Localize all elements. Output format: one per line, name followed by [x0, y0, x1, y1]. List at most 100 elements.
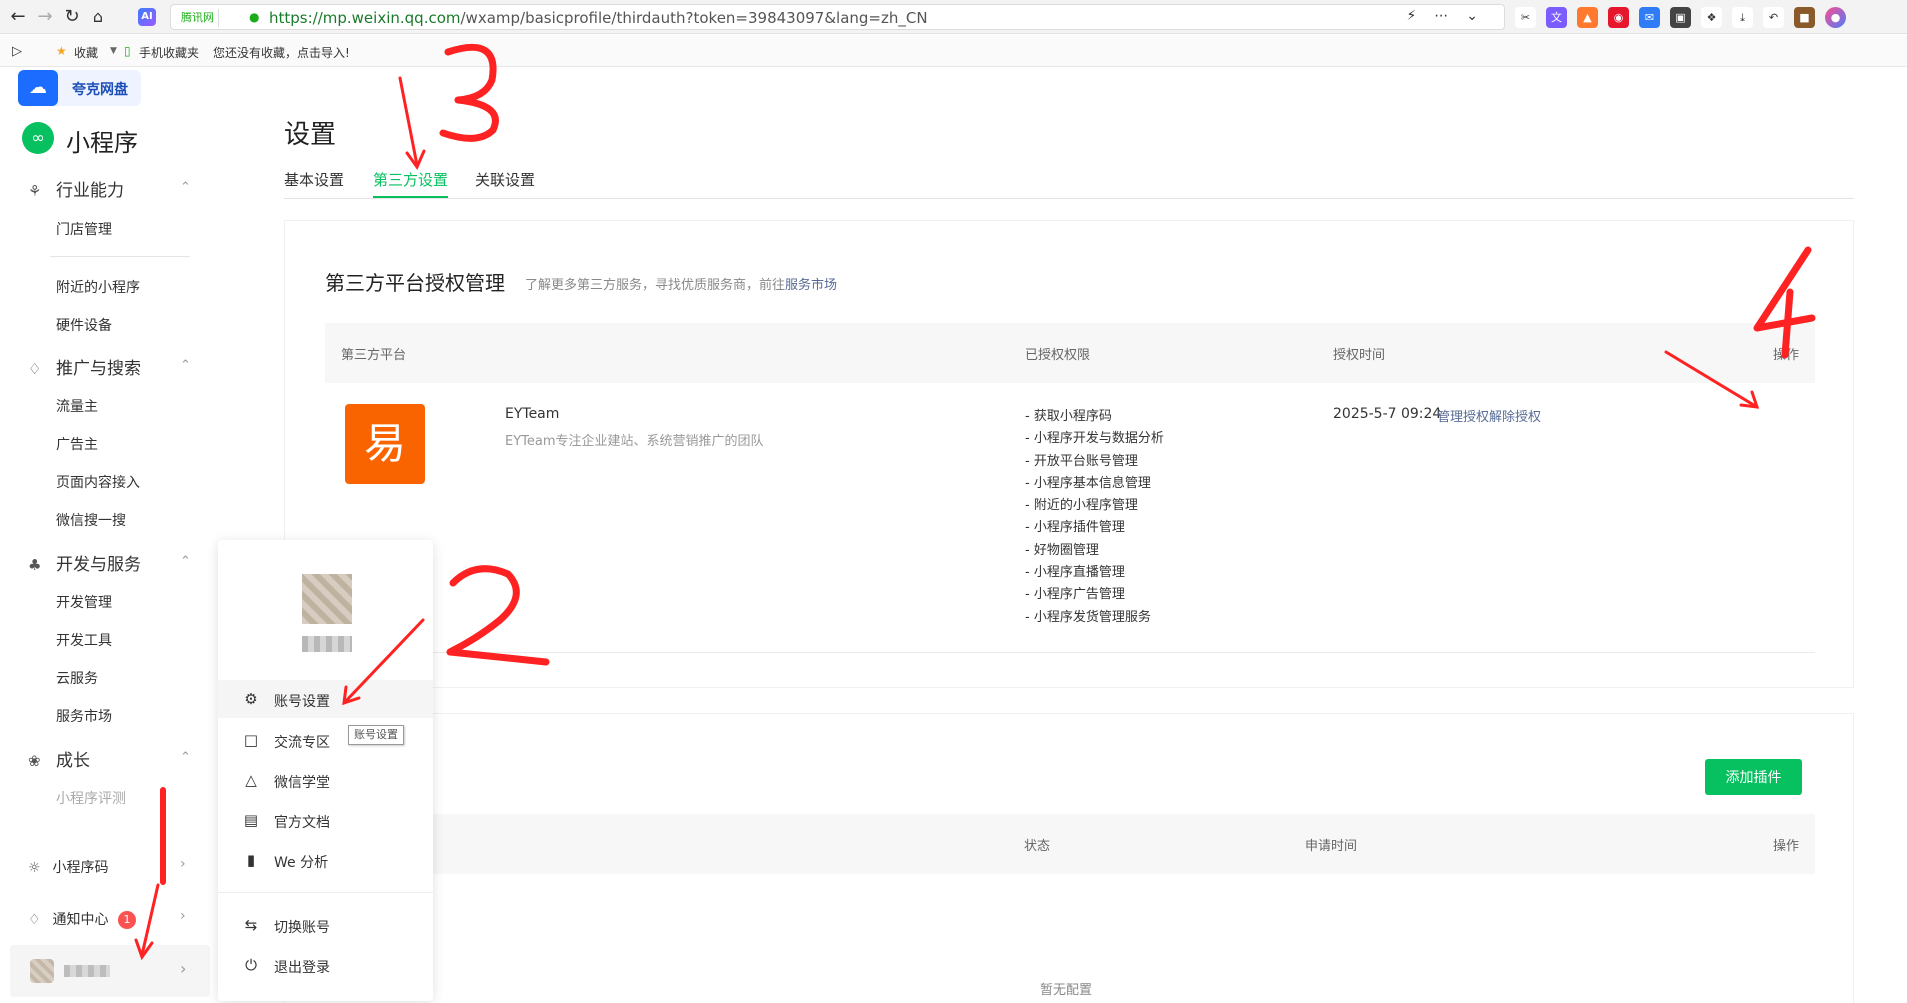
sidebar-item-dev-tools[interactable]: 开发工具: [56, 630, 112, 650]
sidebar-item-nearby[interactable]: 附近的小程序: [56, 277, 140, 297]
lock-icon: ●: [249, 10, 260, 24]
permission-list: - 获取小程序码 - 小程序开发与数据分析 - 开放平台账号管理 - 小程序基本…: [1025, 405, 1164, 628]
chevron-right-icon[interactable]: ›: [180, 908, 186, 924]
forward-icon[interactable]: →: [33, 5, 57, 29]
sidebar-item-wechat-search[interactable]: 微信搜一搜: [56, 510, 126, 530]
dev-services-icon: ♣: [28, 556, 42, 574]
reader-icon[interactable]: ▣: [1670, 7, 1691, 28]
extension-bar: ✂ 文 ▲ ◉ ✉ ▣ ❖ ⤓ ↶ ■ ●: [1515, 7, 1846, 28]
chevron-down-icon[interactable]: ▼: [110, 46, 117, 56]
plugin-card: 添加插件 状态 申请时间 操作 暂无配置: [284, 713, 1854, 1003]
revoke-auth-link[interactable]: 解除授权: [1489, 406, 1541, 425]
site-security-badge[interactable]: 腾讯网: [177, 9, 219, 27]
undo-icon[interactable]: ↶: [1763, 7, 1784, 28]
user-account-row[interactable]: ›: [10, 945, 210, 997]
translate-icon[interactable]: 文: [1546, 7, 1567, 28]
card-description-text: 了解更多第三方服务，寻找优质服务商，前往: [525, 278, 786, 293]
sidebar-group-growth[interactable]: ❀ 成长: [28, 746, 90, 771]
menu-item-docs[interactable]: ▤ 官方文档: [218, 801, 433, 839]
permission-item: - 好物圈管理: [1025, 542, 1099, 558]
url-path: /wxamp/basicprofile/thirdauth?token=3984…: [460, 9, 928, 27]
sidebar-toggle-icon[interactable]: ▷: [12, 44, 22, 59]
quark-label: 夸克网盘: [72, 82, 128, 98]
platform-name: EYTeam: [505, 406, 560, 422]
tooltip: 账号设置: [348, 725, 404, 745]
account-menu-popover: ⚙ 账号设置 □ 交流专区 △ 微信学堂 ▤ 官方文档 ▮ We 分析 ⇆ 切换账号 ⏻ 退出…: [218, 540, 433, 1001]
browser-toolbar: ← → ↻ ⌂ AI 腾讯网 ● https://mp.weixin.qq.co…: [0, 0, 1907, 34]
permission-item: - 开放平台账号管理: [1025, 453, 1138, 469]
chevron-up-icon[interactable]: ⌃: [180, 554, 191, 569]
document-icon: ▤: [243, 811, 259, 829]
scissors-icon[interactable]: ✂: [1515, 7, 1536, 28]
favorites-link[interactable]: 收藏: [74, 44, 98, 61]
sidebar-item-notice[interactable]: ♢ 通知中心: [28, 909, 108, 929]
chevron-up-icon[interactable]: ⌃: [180, 358, 191, 373]
tab-third-party[interactable]: 第三方设置: [373, 169, 449, 198]
puzzle-icon[interactable]: ❖: [1701, 7, 1722, 28]
sidebar-item-service-market[interactable]: 服务市场: [56, 706, 112, 726]
chart-icon: ▮: [246, 851, 256, 869]
sidebar-item-traffic[interactable]: 流量主: [56, 396, 98, 416]
service-market-link[interactable]: 服务市场: [785, 278, 837, 293]
sidebar-item-store[interactable]: 门店管理: [56, 219, 112, 239]
sidebar-group-dev[interactable]: ♣ 开发与服务: [28, 550, 141, 575]
phone-icon: ▯: [124, 44, 131, 58]
address-actions[interactable]: ⚡⋯⌄: [1406, 8, 1496, 24]
bookmarks-hint[interactable]: 您还没有收藏，点击导入!: [213, 44, 350, 61]
ai-assistant-icon[interactable]: AI: [138, 8, 156, 26]
weibo-icon[interactable]: ◉: [1608, 7, 1629, 28]
sidebar-item-dev-manage[interactable]: 开发管理: [56, 592, 112, 612]
quark-drive-button[interactable]: ☁ 夸克网盘: [18, 70, 141, 106]
reload-icon[interactable]: ↻: [60, 5, 84, 29]
sidebar-item-label: 小程序码: [52, 860, 109, 876]
home-icon[interactable]: ⌂: [86, 5, 110, 29]
chat-icon: □: [243, 731, 259, 749]
fox-icon[interactable]: ▲: [1577, 7, 1598, 28]
url-text[interactable]: https://mp.weixin.qq.com/wxamp/basicprof…: [269, 9, 928, 27]
menu-item-label: 切换账号: [274, 920, 330, 936]
sidebar-item-advertiser[interactable]: 广告主: [56, 434, 98, 454]
chevron-right-icon[interactable]: ›: [180, 856, 186, 872]
table-header: 状态 申请时间 操作: [325, 814, 1815, 874]
briefcase-icon[interactable]: ■: [1794, 7, 1815, 28]
sidebar-item-evaluation[interactable]: 小程序评测: [56, 788, 126, 808]
tab-bar: 基本设置 第三方设置 关联设置: [284, 169, 1854, 199]
menu-item-switch-account[interactable]: ⇆ 切换账号: [218, 906, 433, 944]
menu-item-account-settings[interactable]: ⚙ 账号设置: [218, 680, 433, 718]
col-apply-time: 申请时间: [1305, 839, 1358, 854]
menu-item-logout[interactable]: ⏻ 退出登录: [218, 946, 433, 984]
avatar: [30, 959, 54, 983]
flame-icon: ♢: [28, 360, 42, 378]
sidebar-item-hardware[interactable]: 硬件设备: [56, 315, 112, 335]
mail-icon[interactable]: ✉: [1639, 7, 1660, 28]
tab-association[interactable]: 关联设置: [475, 169, 535, 196]
permission-item: - 附近的小程序管理: [1025, 498, 1138, 514]
menu-item-we-analysis[interactable]: ▮ We 分析: [218, 841, 433, 879]
mobile-favorites-link[interactable]: 手机收藏夹: [139, 44, 199, 61]
nodes-icon: ⚘: [28, 182, 42, 200]
sidebar-item-page-content[interactable]: 页面内容接入: [56, 472, 140, 492]
permission-item: - 小程序直播管理: [1025, 565, 1125, 581]
add-plugin-button[interactable]: 添加插件: [1705, 759, 1802, 795]
chevron-up-icon[interactable]: ⌃: [180, 750, 191, 765]
manage-auth-link[interactable]: 管理授权: [1437, 406, 1489, 425]
download-icon[interactable]: ⤓: [1732, 7, 1753, 28]
sidebar-item-qrcode[interactable]: ☼ 小程序码: [28, 857, 108, 877]
chevron-up-icon[interactable]: ⌃: [180, 180, 191, 195]
menu-item-wechat-school[interactable]: △ 微信学堂: [218, 761, 433, 799]
empty-state: 暂无配置: [1040, 983, 1093, 998]
tab-basic[interactable]: 基本设置: [284, 169, 344, 196]
sidebar-item-cloud[interactable]: 云服务: [56, 668, 98, 688]
back-icon[interactable]: ←: [6, 5, 30, 29]
menu-item-label: We 分析: [274, 855, 329, 871]
sidebar-group-industry[interactable]: ⚘ 行业能力: [28, 176, 124, 201]
sidebar-group-promo[interactable]: ♢ 推广与搜索: [28, 354, 141, 379]
sidebar-group-label: 行业能力: [56, 181, 124, 201]
chevron-right-icon[interactable]: ›: [180, 959, 186, 978]
eyteam-logo: 易: [345, 404, 425, 484]
bookmarks-bar: ▷ ★ 收藏 ▼ ▯ 手机收藏夹 您还没有收藏，点击导入!: [0, 35, 1907, 67]
address-bar[interactable]: 腾讯网 ● https://mp.weixin.qq.com/wxamp/bas…: [170, 4, 1505, 30]
power-icon: ⏻: [245, 956, 257, 974]
profile-icon[interactable]: ●: [1825, 7, 1846, 28]
sidebar-group-label: 推广与搜索: [56, 359, 141, 379]
